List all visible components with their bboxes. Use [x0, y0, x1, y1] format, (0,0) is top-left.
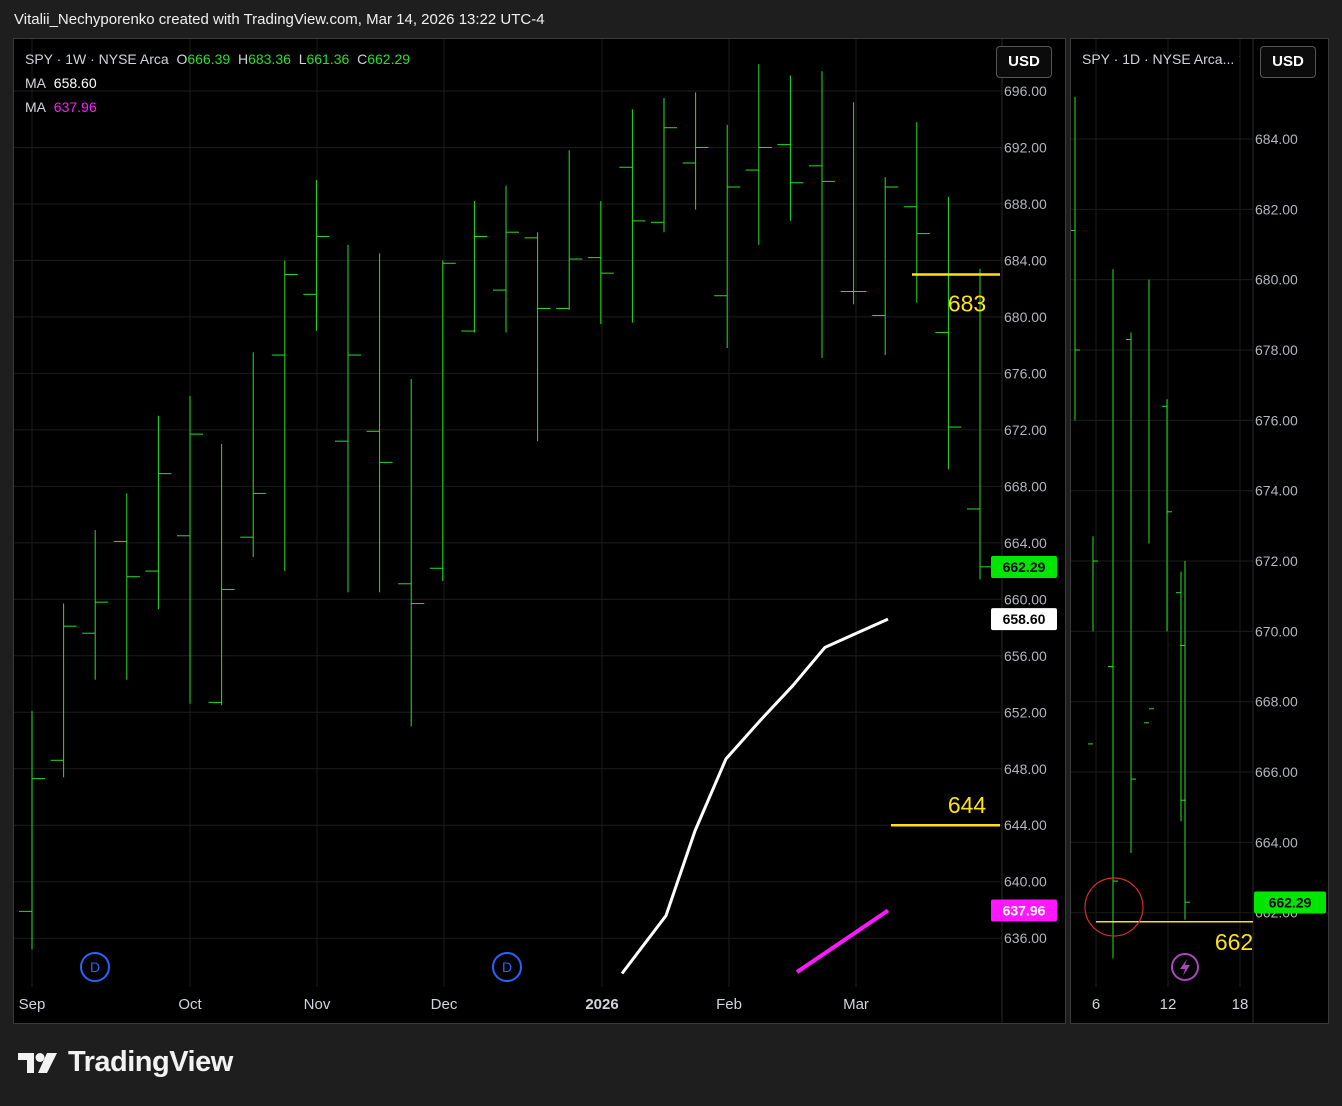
x-tick-label: 12 — [1160, 996, 1177, 1013]
y-tick-label: 652.00 — [1004, 704, 1047, 720]
level-label-644: 644 — [948, 792, 987, 818]
y-tick-label: 656.00 — [1004, 648, 1047, 664]
weekly-symbol: SPY · 1W · NYSE Arca — [25, 51, 169, 67]
ma-slow-line — [795, 908, 890, 974]
y-tick-label: 668.00 — [1004, 478, 1047, 494]
daily-chart-canvas[interactable]: 684.00 682.00 680.00 678.00 676.00 674.00 672.… — [1071, 39, 1328, 1023]
lightning-bolt-shape — [1180, 959, 1190, 976]
y-tick-label: 692.00 — [1004, 139, 1047, 155]
y-tick-label: 682.00 — [1255, 201, 1298, 217]
y-tick-label: 672.00 — [1255, 553, 1298, 569]
y-tick-label: 668.00 — [1255, 694, 1298, 710]
y-tick-label: 666.00 — [1255, 764, 1298, 780]
y-tick-label: 672.00 — [1004, 422, 1047, 438]
last-price-tag: 662.29 — [1003, 559, 1046, 575]
legend-ma-fast: MA 658.60 — [25, 75, 97, 91]
y-tick-label: 670.00 — [1255, 623, 1298, 639]
level-label-683: 683 — [948, 291, 986, 317]
tradingview-logo-icon — [18, 1052, 57, 1073]
ma-slow-value: 637.96 — [53, 99, 97, 115]
y-tick-label: 680.00 — [1004, 309, 1047, 325]
close-label: C — [357, 51, 368, 67]
y-tick-label: 644.00 — [1004, 817, 1047, 833]
x-tick-label: Nov — [304, 996, 331, 1013]
x-tick-label: Oct — [178, 996, 202, 1013]
chart-header: Vitalii_Nechyporenko created with Tradin… — [14, 11, 545, 28]
ma-slow-label: MA — [25, 99, 46, 115]
y-tick-label: 640.00 — [1004, 874, 1047, 890]
low-highlight-circle — [1084, 877, 1144, 937]
ma-fast-tag: 658.60 — [1003, 611, 1046, 627]
open-label: O — [176, 51, 188, 67]
y-tick-label: 674.00 — [1255, 483, 1298, 499]
ma-slow-tag: 637.96 — [1003, 903, 1046, 919]
weekly-chart-canvas[interactable]: 696.00 692.00 688.00 684.00 680.00 676.00 672.… — [14, 39, 1065, 1023]
y-tick-label: 648.00 — [1004, 761, 1047, 777]
y-tick-label: 664.00 — [1255, 834, 1298, 850]
x-tick-label: Mar — [843, 996, 869, 1013]
ma-fast-line — [620, 617, 889, 975]
y-tick-label: 636.00 — [1004, 930, 1047, 946]
tradingview-brand[interactable]: TradingView — [16, 1046, 233, 1079]
dividend-label: D — [90, 959, 100, 975]
ma-fast-label: MA — [25, 75, 46, 91]
y-tick-label: 660.00 — [1004, 591, 1047, 607]
y-tick-label: 676.00 — [1004, 365, 1047, 381]
x-tick-label: Sep — [19, 996, 46, 1013]
dividend-label: D — [502, 959, 512, 975]
y-tick-label: 676.00 — [1255, 412, 1298, 428]
x-tick-label: 6 — [1092, 996, 1100, 1013]
open-value: 666.39 — [187, 51, 231, 67]
currency-button[interactable]: USD — [1260, 46, 1316, 78]
x-tick-label: Dec — [431, 996, 458, 1013]
x-tick-label: 2026 — [585, 996, 618, 1013]
close-value: 662.29 — [367, 51, 411, 67]
x-tick-label: 18 — [1232, 996, 1249, 1013]
y-tick-label: 678.00 — [1255, 342, 1298, 358]
y-tick-label: 680.00 — [1255, 272, 1298, 288]
daily-chart-panel[interactable]: 684.00 682.00 680.00 678.00 676.00 674.00 672.… — [1070, 38, 1329, 1024]
high-value: 683.36 — [248, 51, 291, 67]
x-tick-label: Feb — [716, 996, 742, 1013]
level-label-662: 662 — [1215, 929, 1253, 955]
y-tick-label: 664.00 — [1004, 535, 1047, 551]
y-tick-label: 688.00 — [1004, 196, 1047, 212]
legend-ma-slow: MA 637.96 — [25, 99, 97, 115]
last-price-tag: 662.29 — [1269, 895, 1312, 911]
y-tick-label: 684.00 — [1255, 131, 1298, 147]
y-tick-label: 684.00 — [1004, 252, 1047, 268]
brand-name: TradingView — [68, 1046, 233, 1078]
y-tick-label: 696.00 — [1004, 83, 1047, 99]
ma-fast-value: 658.60 — [53, 75, 97, 91]
weekly-chart-panel[interactable]: 696.00 692.00 688.00 684.00 680.00 676.00 672.… — [13, 38, 1066, 1024]
low-value: 661.36 — [306, 51, 350, 67]
weekly-legend-ohlc: SPY · 1W · NYSE Arca O666.39 H683.36 L66… — [25, 51, 410, 67]
high-label: H — [237, 51, 249, 67]
currency-button[interactable]: USD — [996, 46, 1052, 78]
daily-legend: SPY · 1D · NYSE Arca... — [1082, 51, 1235, 67]
